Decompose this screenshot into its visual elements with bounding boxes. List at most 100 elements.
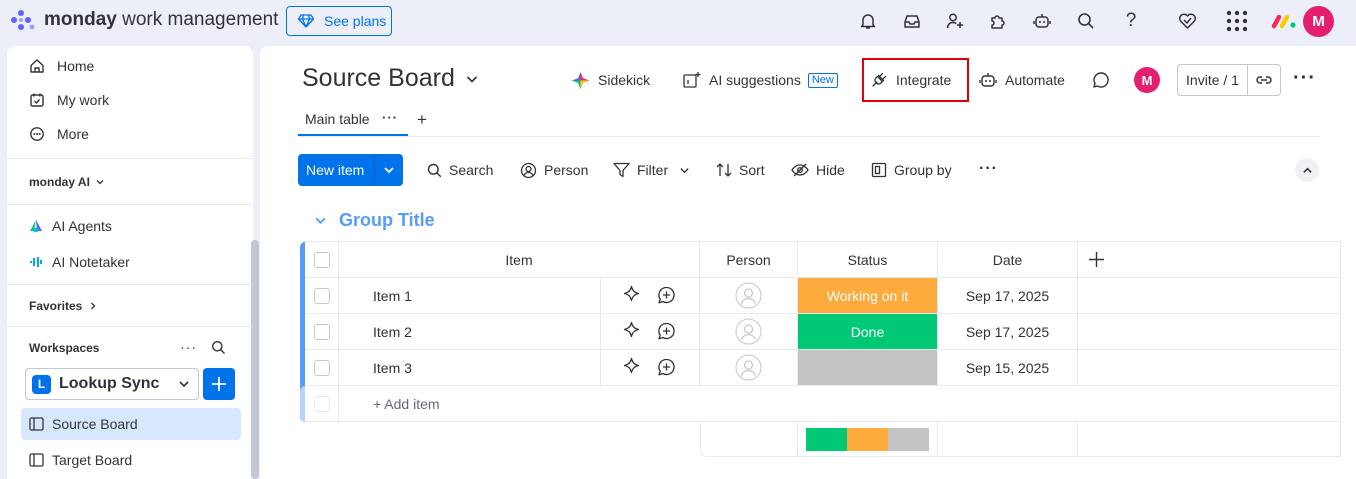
sort-label: Sort bbox=[739, 162, 765, 178]
bell-icon[interactable] bbox=[858, 11, 878, 31]
sidebar-item-ai-notetaker[interactable]: AI Notetaker bbox=[29, 254, 130, 270]
hide-button[interactable]: Hide bbox=[791, 160, 845, 180]
sidebar-board-target[interactable]: Target Board bbox=[21, 444, 241, 476]
column-header-date[interactable]: Date bbox=[938, 242, 1077, 277]
person-filter-button[interactable]: Person bbox=[520, 160, 588, 180]
heart-icon[interactable] bbox=[1177, 11, 1197, 31]
chevron-right-icon bbox=[91, 302, 96, 310]
invite-button[interactable]: Invite / 1 bbox=[1177, 64, 1281, 96]
status-cell[interactable]: Working on it bbox=[798, 278, 937, 313]
apps-icon[interactable] bbox=[988, 11, 1008, 31]
grid-icon[interactable] bbox=[1226, 10, 1248, 32]
sidekick-label: Sidekick bbox=[598, 72, 651, 88]
brand-product: work management bbox=[116, 9, 279, 30]
chevron-down-icon[interactable] bbox=[314, 214, 327, 227]
column-header-item[interactable]: Item bbox=[339, 242, 699, 277]
add-update-icon[interactable] bbox=[657, 322, 676, 341]
ai-sparkle-icon[interactable] bbox=[622, 321, 641, 340]
item-name[interactable]: Item 2 bbox=[373, 324, 412, 340]
collapse-toolbar-button[interactable] bbox=[1295, 158, 1319, 182]
workspaces-more-icon[interactable]: ··· bbox=[180, 340, 197, 354]
status-summary-bar[interactable] bbox=[806, 428, 929, 451]
ai-sparkle-icon[interactable] bbox=[622, 357, 641, 376]
sidebar-item-label: More bbox=[57, 126, 89, 142]
board-menu-icon[interactable]: ··· bbox=[1293, 68, 1316, 88]
item-name[interactable]: Item 1 bbox=[373, 288, 412, 304]
person-placeholder-icon[interactable] bbox=[735, 282, 762, 309]
group-by-label: Group by bbox=[894, 162, 952, 178]
row-checkbox[interactable] bbox=[314, 324, 330, 340]
see-plans-button[interactable]: See plans bbox=[286, 6, 392, 36]
monday-logo[interactable]: monday work management bbox=[10, 9, 278, 31]
search-icon[interactable] bbox=[1076, 11, 1096, 31]
person-placeholder-icon[interactable] bbox=[735, 318, 762, 345]
row-divider bbox=[305, 385, 1341, 386]
sidebar-board-source[interactable]: Source Board bbox=[21, 408, 241, 440]
chevron-down-icon[interactable] bbox=[383, 164, 395, 176]
sidebar-scrollbar[interactable] bbox=[251, 240, 259, 479]
robot-icon bbox=[979, 73, 997, 87]
person-placeholder-icon[interactable] bbox=[735, 354, 762, 381]
sidebar-item-my-work[interactable]: My work bbox=[29, 92, 109, 108]
sidebar-item-ai-agents[interactable]: AI Agents bbox=[29, 218, 112, 234]
date-cell[interactable]: Sep 17, 2025 bbox=[938, 278, 1077, 313]
toolbar-more-icon[interactable]: ··· bbox=[979, 161, 998, 177]
sidekick-button[interactable]: Sidekick bbox=[571, 68, 650, 92]
item-name[interactable]: Item 3 bbox=[373, 360, 412, 376]
add-update-icon[interactable] bbox=[657, 358, 676, 377]
sort-button[interactable]: Sort bbox=[716, 160, 765, 180]
filter-icon bbox=[613, 162, 630, 178]
favorites-toggle[interactable]: Favorites bbox=[29, 299, 98, 313]
favorites-label: Favorites bbox=[29, 299, 83, 313]
workspace-selector[interactable]: L Lookup Sync bbox=[25, 368, 199, 400]
select-all-checkbox[interactable] bbox=[314, 252, 330, 268]
updates-chat-icon[interactable] bbox=[1092, 68, 1118, 92]
automate-button[interactable]: Automate bbox=[979, 68, 1065, 92]
inbox-icon[interactable] bbox=[902, 11, 922, 31]
filter-button[interactable]: Filter bbox=[613, 160, 697, 180]
new-item-button[interactable]: New item bbox=[298, 154, 403, 186]
more-circle-icon bbox=[30, 127, 44, 141]
group-by-button[interactable]: Group by bbox=[871, 160, 952, 180]
date-cell[interactable]: Sep 15, 2025 bbox=[938, 350, 1077, 385]
column-divider bbox=[797, 422, 798, 457]
eye-off-icon bbox=[791, 163, 809, 177]
status-cell[interactable]: Done bbox=[798, 314, 937, 349]
ai-sparkle-icon[interactable] bbox=[622, 285, 641, 304]
monday-ai-toggle[interactable]: monday AI bbox=[29, 175, 105, 189]
add-view-icon[interactable]: + bbox=[417, 111, 427, 128]
ai-notetaker-icon bbox=[30, 257, 42, 267]
help-icon[interactable]: ? bbox=[1121, 10, 1141, 31]
add-update-icon[interactable] bbox=[657, 286, 676, 305]
column-header-status[interactable]: Status bbox=[798, 242, 937, 277]
ai-suggestions-button[interactable]: AI suggestions New bbox=[683, 68, 838, 92]
add-workspace-button[interactable] bbox=[203, 368, 235, 400]
see-plans-label: See plans bbox=[324, 13, 387, 29]
column-header-person[interactable]: Person bbox=[700, 242, 797, 277]
user-avatar[interactable]: M bbox=[1303, 6, 1334, 37]
tab-options-icon[interactable]: ··· bbox=[382, 110, 398, 125]
status-summary-segment bbox=[846, 428, 888, 451]
board-label: Target Board bbox=[52, 452, 133, 468]
add-column-icon[interactable] bbox=[1088, 251, 1105, 268]
monday-dots-icon bbox=[11, 10, 35, 30]
ai-robot-icon[interactable] bbox=[1032, 11, 1052, 31]
group-title[interactable]: Group Title bbox=[314, 210, 435, 231]
row-checkbox[interactable] bbox=[314, 288, 330, 304]
status-cell[interactable] bbox=[798, 350, 937, 385]
invite-label: Invite / 1 bbox=[1178, 65, 1248, 95]
sidebar-item-more[interactable]: More bbox=[29, 126, 89, 142]
add-item-checkbox bbox=[314, 396, 330, 412]
add-item-input[interactable]: + Add item bbox=[373, 396, 440, 412]
date-cell[interactable]: Sep 17, 2025 bbox=[938, 314, 1077, 349]
board-title[interactable]: Source Board bbox=[302, 64, 479, 93]
sidebar-item-label: My work bbox=[57, 92, 110, 108]
sidebar-item-home[interactable]: Home bbox=[29, 58, 94, 74]
workspaces-search-icon[interactable] bbox=[211, 340, 226, 355]
search-button[interactable]: Search bbox=[427, 160, 493, 180]
tab-main-table[interactable]: Main table bbox=[305, 111, 370, 127]
board-owner-avatar[interactable]: M bbox=[1134, 67, 1160, 93]
invite-user-icon[interactable] bbox=[945, 11, 965, 31]
row-checkbox[interactable] bbox=[314, 360, 330, 376]
monday-logo-icon[interactable] bbox=[1271, 11, 1299, 31]
